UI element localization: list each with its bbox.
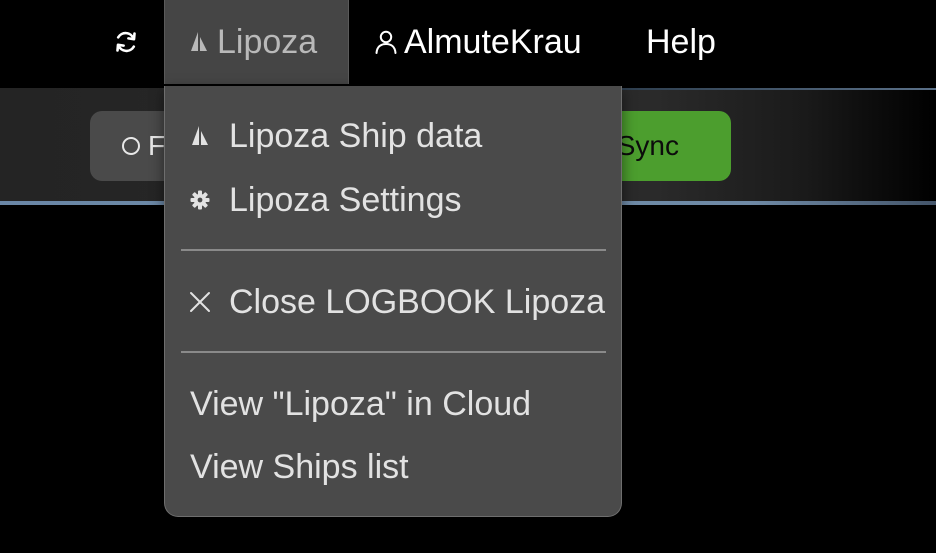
mode-button-label: F [148,130,166,161]
radio-icon [122,137,140,155]
sync-button-label: Sync [616,130,679,161]
menu-item-label: Lipoza Ship data [229,116,483,155]
menu-item-label: View Ships list [190,447,409,486]
user-icon [374,29,398,55]
menu-item-label: Close LOGBOOK Lipoza [229,282,606,321]
user-menu-button[interactable]: AlmuteKrau [374,0,582,84]
gear-icon [189,189,211,211]
sailboat-icon [189,125,211,147]
ship-dropdown-menu: Lipoza Ship data Lipoza Settings Close L… [164,86,622,517]
ship-menu-button[interactable]: Lipoza [164,0,349,84]
help-menu-button[interactable]: Help [646,0,716,84]
refresh-icon [113,29,139,55]
menu-separator [181,351,606,353]
menubar: Lipoza AlmuteKrau Help [0,0,936,86]
menu-separator [181,249,606,251]
user-menu-label: AlmuteKrau [404,22,582,61]
menu-item-settings[interactable]: Lipoza Settings [165,174,621,226]
menu-item-label: Lipoza Settings [229,180,462,219]
app-window: Lipoza AlmuteKrau Help F Sync Lipoza Shi… [0,0,936,553]
menu-item-view-ships-list[interactable]: View Ships list [165,441,621,493]
refresh-button[interactable] [104,0,148,84]
help-menu-label: Help [646,22,716,61]
menu-item-view-in-cloud[interactable]: View "Lipoza" in Cloud [165,378,621,430]
ship-menu-label: Lipoza [217,22,318,61]
toolbar-top-rule [622,88,936,90]
close-icon [189,291,211,313]
menu-item-ship-data[interactable]: Lipoza Ship data [165,110,621,162]
menu-item-close-logbook[interactable]: Close LOGBOOK Lipoza [165,276,621,328]
menu-item-label: View "Lipoza" in Cloud [190,384,532,423]
sailboat-icon [189,31,209,53]
